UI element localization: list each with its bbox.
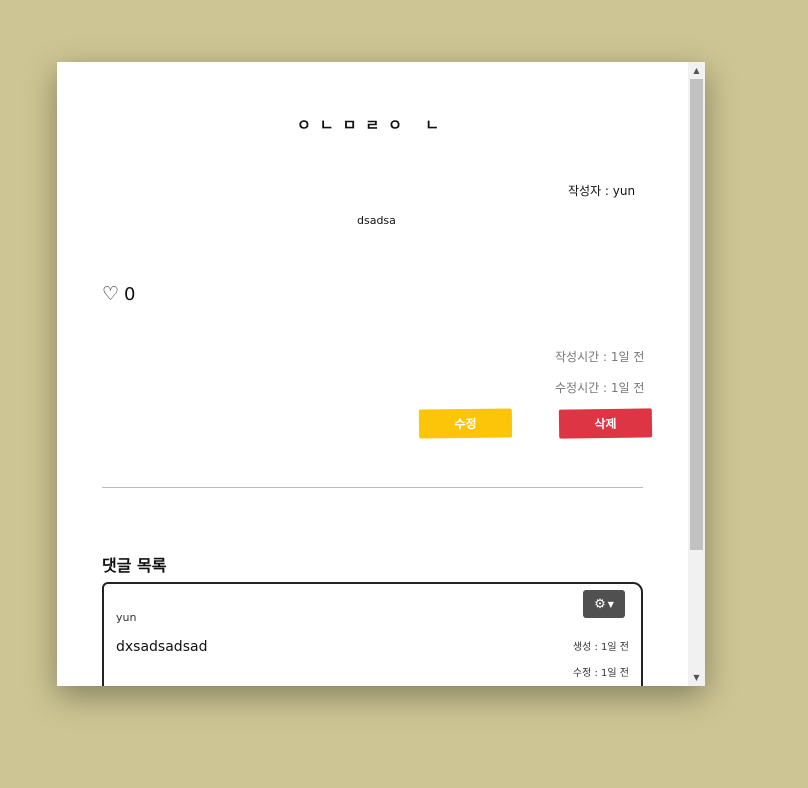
like-count: 0	[124, 284, 136, 305]
post-author: 작성자 : yun	[568, 184, 636, 198]
like-button[interactable]: ♡ 0	[102, 284, 136, 305]
delete-button[interactable]: 삭제	[558, 408, 653, 439]
scrollbar[interactable]: ▲ ▼	[688, 62, 705, 686]
post-updated-time: 수정시간 : 1일 전	[555, 381, 645, 395]
comment-created-time: 생성 : 1일 전	[572, 642, 629, 653]
comment-card: yun dxsadsadsad ⚙ ▼ 생성 : 1일 전 수정 : 1일 전	[102, 582, 643, 686]
site-logo: ㅇㄴㅁㄹㅇ ㄴ	[296, 116, 449, 134]
scroll-down-arrow-icon[interactable]: ▼	[688, 669, 705, 686]
caret-down-icon: ▼	[607, 599, 614, 609]
post-created-time: 작성시간 : 1일 전	[555, 350, 645, 364]
comment-author: yun	[116, 611, 137, 624]
divider	[102, 487, 643, 488]
edit-button[interactable]: 수정	[418, 408, 513, 439]
comment-text: dxsadsadsad	[116, 639, 208, 655]
comment-updated-time: 수정 : 1일 전	[572, 668, 629, 679]
comments-title: 댓글 목록	[102, 556, 167, 575]
comment-settings-button[interactable]: ⚙ ▼	[583, 590, 625, 618]
heart-icon[interactable]: ♡	[102, 285, 119, 304]
post-content: ㅇㄴㅁㄹㅇ ㄴ 작성자 : yun dsadsa ♡ 0 작성시간 : 1일 전…	[57, 62, 688, 686]
post-modal: ㅇㄴㅁㄹㅇ ㄴ 작성자 : yun dsadsa ♡ 0 작성시간 : 1일 전…	[57, 62, 705, 686]
post-body: dsadsa	[357, 214, 396, 227]
scroll-up-arrow-icon[interactable]: ▲	[688, 62, 705, 79]
scrollbar-thumb[interactable]	[690, 79, 703, 550]
gear-icon: ⚙	[594, 596, 606, 612]
